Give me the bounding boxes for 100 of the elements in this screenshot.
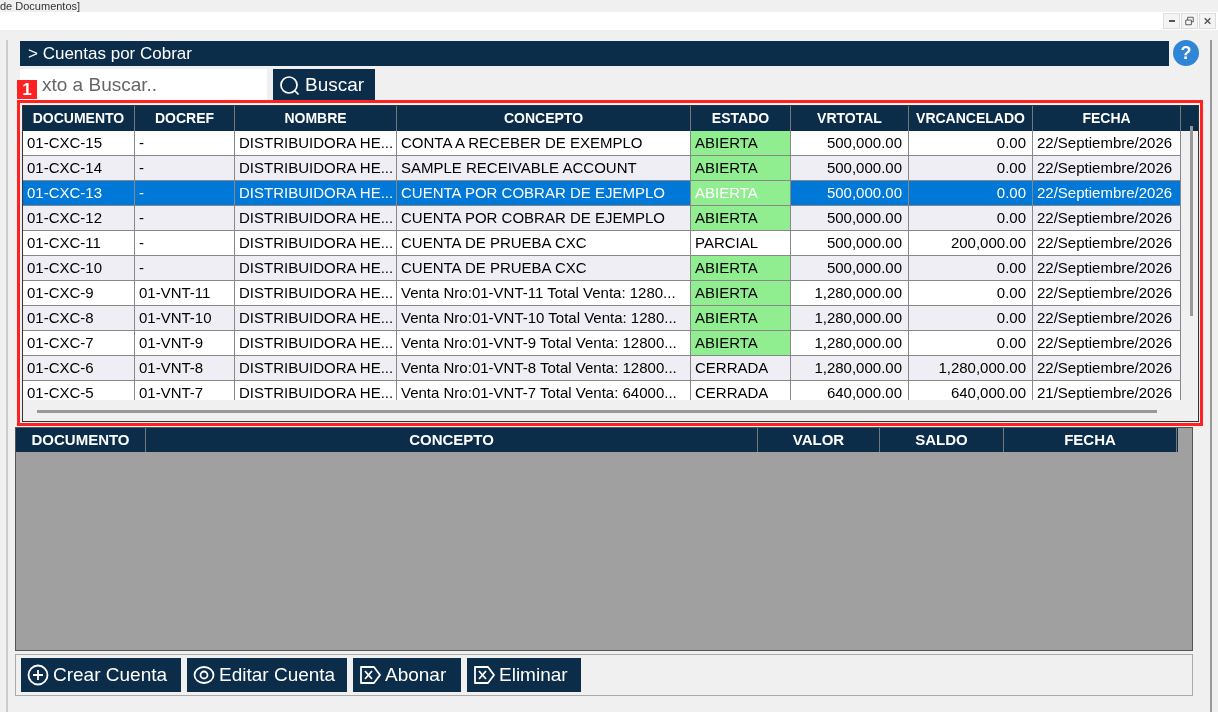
delete-tag-icon xyxy=(473,665,495,685)
status-cell: CERRADA xyxy=(691,356,791,380)
table-cell: - xyxy=(135,181,235,205)
table-cell: 500,000.00 xyxy=(791,156,909,180)
table-cell: 200,000.00 xyxy=(909,231,1033,255)
table-row[interactable]: 01-CXC-6 01-VNT-8 DISTRIBUIDORA HE... Venta Nro:01-VNT-8 Total Venta: 12800... CERRADA 1,280,000.00 1,280,000.00 22/Septiembre/2026 xyxy=(23,356,1181,381)
table-cell: 01-VNT-7 xyxy=(135,381,235,400)
table-cell: 01-CXC-13 xyxy=(23,181,135,205)
table-cell: 500,000.00 xyxy=(791,181,909,205)
table-cell: DISTRIBUIDORA HE... xyxy=(235,306,397,330)
search-icon xyxy=(279,74,301,97)
table-cell: 01-CXC-11 xyxy=(23,231,135,255)
table-cell: DISTRIBUIDORA HE... xyxy=(235,231,397,255)
action-button[interactable]: Abonar xyxy=(353,658,461,692)
table-row[interactable]: 01-CXC-15 - DISTRIBUIDORA HE... CONTA A RECEBER DE EXEMPLO ABIERTA 500,000.00 0.00 22/Septiembre/2026 xyxy=(23,131,1181,156)
action-button[interactable]: Crear Cuenta xyxy=(21,658,181,692)
status-cell: ABIERTA xyxy=(691,306,791,330)
column-header: FECHA xyxy=(1004,428,1177,452)
table-cell: DISTRIBUIDORA HE... xyxy=(235,356,397,380)
minimize-button[interactable] xyxy=(1163,13,1180,29)
table-cell: 500,000.00 xyxy=(791,256,909,280)
status-cell: ABIERTA xyxy=(691,181,791,205)
table-cell: 0.00 xyxy=(909,206,1033,230)
table-cell: - xyxy=(135,131,235,155)
action-button[interactable]: Editar Cuenta xyxy=(187,658,347,692)
table-cell: Venta Nro:01-VNT-8 Total Venta: 12800... xyxy=(397,356,691,380)
table-row[interactable]: 01-CXC-12 - DISTRIBUIDORA HE... CUENTA POR COBRAR DE EJEMPLO ABIERTA 500,000.00 0.00 22/Septiembre/2026 xyxy=(23,206,1181,231)
status-cell: CERRADA xyxy=(691,381,791,400)
status-cell: ABIERTA xyxy=(691,156,791,180)
table-cell: 01-CXC-12 xyxy=(23,206,135,230)
annotation-label: 1 xyxy=(17,80,37,99)
table-row[interactable]: 01-CXC-7 01-VNT-9 DISTRIBUIDORA HE... Venta Nro:01-VNT-9 Total Venta: 12800... ABIERTA 1,280,000.00 0.00 22/Septiembre/2026 xyxy=(23,331,1181,356)
table-row[interactable]: 01-CXC-13 - DISTRIBUIDORA HE... CUENTA POR COBRAR DE EJEMPLO ABIERTA 500,000.00 0.00 22/Septiembre/2026 xyxy=(23,181,1181,206)
table-cell: 0.00 xyxy=(909,131,1033,155)
table-cell: DISTRIBUIDORA HE... xyxy=(235,381,397,400)
column-header: DOCUMENTO xyxy=(16,428,146,452)
panel-title: > Cuentas por Cobrar xyxy=(20,40,1169,66)
status-cell: ABIERTA xyxy=(691,331,791,355)
table-cell: - xyxy=(135,206,235,230)
table-cell: 640,000.00 xyxy=(791,381,909,400)
table-cell: 0.00 xyxy=(909,181,1033,205)
table-cell: 640,000.00 xyxy=(909,381,1033,400)
table-cell: 01-CXC-8 xyxy=(23,306,135,330)
table-cell: DISTRIBUIDORA HE... xyxy=(235,256,397,280)
table-cell: 22/Septiembre/2026 xyxy=(1033,181,1181,205)
table-cell: 22/Septiembre/2026 xyxy=(1033,356,1181,380)
table-cell: CUENTA DE PRUEBA CXC xyxy=(397,231,691,255)
table-cell: DISTRIBUIDORA HE... xyxy=(235,156,397,180)
table-row[interactable]: 01-CXC-8 01-VNT-10 DISTRIBUIDORA HE... Venta Nro:01-VNT-10 Total Venta: 1280... ABIERTA 1,280,000.00 0.00 22/Septiembre/2026 xyxy=(23,306,1181,331)
table-row[interactable]: 01-CXC-10 - DISTRIBUIDORA HE... CUENTA DE PRUEBA CXC ABIERTA 500,000.00 0.00 22/Septiembre/2026 xyxy=(23,256,1181,281)
action-button[interactable]: Eliminar xyxy=(467,658,581,692)
table-cell: 01-VNT-8 xyxy=(135,356,235,380)
delete-tag-icon xyxy=(359,665,381,685)
vertical-scrollbar[interactable] xyxy=(1190,126,1193,316)
table-cell: 1,280,000.00 xyxy=(791,331,909,355)
table-cell: 22/Septiembre/2026 xyxy=(1033,231,1181,255)
table-cell: 1,280,000.00 xyxy=(909,356,1033,380)
table-cell: DISTRIBUIDORA HE... xyxy=(235,131,397,155)
table-cell: Venta Nro:01-VNT-7 Total Venta: 64000... xyxy=(397,381,691,400)
table-cell: DISTRIBUIDORA HE... xyxy=(235,206,397,230)
status-cell: ABIERTA xyxy=(691,281,791,305)
close-button[interactable] xyxy=(1199,13,1216,29)
table-cell: 500,000.00 xyxy=(791,131,909,155)
table-cell: 22/Septiembre/2026 xyxy=(1033,306,1181,330)
table-cell: DISTRIBUIDORA HE... xyxy=(235,181,397,205)
horizontal-scrollbar[interactable] xyxy=(37,410,1157,413)
table-cell: 1,280,000.00 xyxy=(791,306,909,330)
table-cell: 0.00 xyxy=(909,156,1033,180)
table-row[interactable]: 01-CXC-9 01-VNT-11 DISTRIBUIDORA HE... Venta Nro:01-VNT-11 Total Venta: 1280... ABIERTA 1,280,000.00 0.00 22/Septiembre/2026 xyxy=(23,281,1181,306)
status-cell: PARCIAL xyxy=(691,231,791,255)
table-cell: 22/Septiembre/2026 xyxy=(1033,206,1181,230)
column-header: CONCEPTO xyxy=(146,428,758,452)
table-cell: - xyxy=(135,256,235,280)
table-cell: 01-CXC-7 xyxy=(23,331,135,355)
table-cell: 01-CXC-10 xyxy=(23,256,135,280)
status-cell: ABIERTA xyxy=(691,256,791,280)
restore-button[interactable] xyxy=(1181,13,1198,29)
status-cell: ABIERTA xyxy=(691,206,791,230)
table-cell: 22/Septiembre/2026 xyxy=(1033,256,1181,280)
help-button[interactable]: ? xyxy=(1173,40,1199,66)
table-cell: 22/Septiembre/2026 xyxy=(1033,331,1181,355)
table-row[interactable]: 01-CXC-11 - DISTRIBUIDORA HE... CUENTA DE PRUEBA CXC PARCIAL 500,000.00 200,000.00 22/Septiembre/2026 xyxy=(23,231,1181,256)
search-button[interactable]: Buscar xyxy=(273,69,375,102)
minimize-icon xyxy=(1168,20,1175,22)
table-cell: 01-CXC-5 xyxy=(23,381,135,400)
table-cell: 01-CXC-6 xyxy=(23,356,135,380)
window-title: de Documentos] xyxy=(0,0,81,12)
table-cell: 0.00 xyxy=(909,256,1033,280)
table-cell: 0.00 xyxy=(909,281,1033,305)
table-cell: 01-CXC-15 xyxy=(23,131,135,155)
table-cell: 22/Septiembre/2026 xyxy=(1033,281,1181,305)
table-cell: 0.00 xyxy=(909,331,1033,355)
table-cell: 01-VNT-10 xyxy=(135,306,235,330)
table-row[interactable]: 01-CXC-14 - DISTRIBUIDORA HE... SAMPLE RECEIVABLE ACCOUNT ABIERTA 500,000.00 0.00 22/Septiembre/2026 xyxy=(23,156,1181,181)
status-cell: ABIERTA xyxy=(691,131,791,155)
table-cell: DISTRIBUIDORA HE... xyxy=(235,331,397,355)
column-header: SALDO xyxy=(880,428,1004,452)
column-header: VALOR xyxy=(758,428,880,452)
table-cell: 1,280,000.00 xyxy=(791,281,909,305)
table-cell: - xyxy=(135,156,235,180)
